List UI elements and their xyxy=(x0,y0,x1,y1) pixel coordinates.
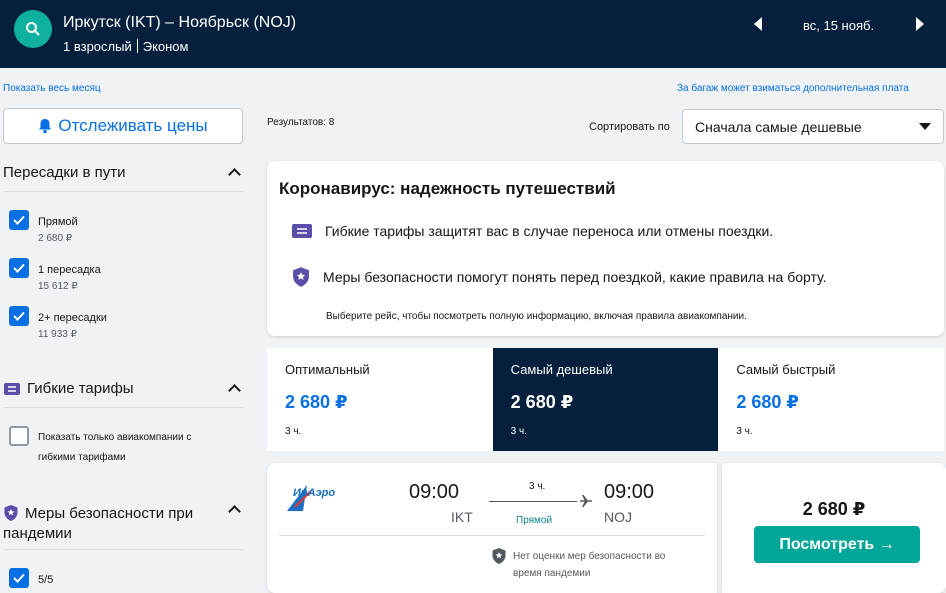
sort-tabs: Оптимальный 2 680 ₽ 3 ч. Самый дешевый 2… xyxy=(267,348,944,451)
flexible-only-label-line2: гибкими тарифами xyxy=(38,452,126,463)
departure-code: IKT xyxy=(451,509,473,525)
passenger-cabin-info[interactable]: 1 взрослый Эконом xyxy=(63,39,188,54)
divider xyxy=(3,191,243,192)
cabin-label: Эконом xyxy=(142,39,189,54)
flight-price-panel: 2 680 ₽ Посмотреть → xyxy=(722,463,946,593)
stops-two-plus-label: 2+ пересадки xyxy=(38,312,107,324)
covid-title: Коронавирус: надежность путешествий xyxy=(279,179,616,198)
ticket-icon xyxy=(292,224,312,238)
divider xyxy=(279,535,705,536)
show-month-link[interactable]: Показать весь месяц xyxy=(3,83,101,94)
tab-optimal-duration: 3 ч. xyxy=(285,426,302,437)
tab-optimal-price: 2 680 ₽ xyxy=(285,392,348,412)
tab-cheapest-label: Самый дешевый xyxy=(510,362,613,377)
covid-safety-line: Меры безопасности помогут понять перед п… xyxy=(291,266,827,288)
safety-rating-line2: время пандемии xyxy=(513,568,591,579)
tab-cheapest-price: 2 680 ₽ xyxy=(510,392,574,412)
divider xyxy=(3,407,243,408)
passengers-label: 1 взрослый xyxy=(63,39,132,54)
flexible-only-checkbox[interactable] xyxy=(9,426,29,446)
sort-select[interactable]: Сначала самые дешевые xyxy=(682,109,944,144)
flight-stops: Прямой xyxy=(516,515,553,526)
tab-fastest-duration: 3 ч. xyxy=(736,426,753,437)
date-label[interactable]: вс, 15 нояб. xyxy=(803,18,874,33)
route-title[interactable]: Иркутск (IKT) – Ноябрьск (NOJ) xyxy=(63,14,296,32)
tab-fastest[interactable]: Самый быстрый 2 680 ₽ 3 ч. xyxy=(718,348,944,451)
departure-time: 09:00 xyxy=(409,481,460,503)
caret-down-icon xyxy=(919,123,931,130)
chevron-up-icon xyxy=(228,505,241,518)
tab-optimal-label: Оптимальный xyxy=(285,362,370,377)
safety-5-5-checkbox[interactable] xyxy=(9,568,29,588)
next-date-icon[interactable] xyxy=(916,17,924,31)
search-header: Иркутск (IKT) – Ноябрьск (NOJ) 1 взрослы… xyxy=(0,0,946,68)
divider xyxy=(136,39,138,53)
covid-flexible-text: Гибкие тарифы защитят вас в случае перен… xyxy=(325,223,774,239)
arrival-code: NOJ xyxy=(604,509,632,525)
tab-optimal[interactable]: Оптимальный 2 680 ₽ 3 ч. xyxy=(267,348,493,451)
stops-one-price: 15 612 ₽ xyxy=(38,281,78,292)
track-prices-label: Отслеживать цены xyxy=(58,116,208,135)
shield-icon xyxy=(4,505,18,521)
sort-label: Сортировать по xyxy=(589,121,670,133)
results-count: Результатов: 8 xyxy=(267,117,335,128)
shield-icon xyxy=(492,548,506,564)
check-icon xyxy=(13,311,25,321)
covid-info-card: Коронавирус: надежность путешествий Гибк… xyxy=(267,161,944,336)
sort-value: Сначала самые дешевые xyxy=(695,118,862,135)
covid-flexible-line: Гибкие тарифы защитят вас в случае перен… xyxy=(291,223,773,239)
track-prices-button[interactable]: Отслеживать цены xyxy=(3,108,243,144)
flight-price: 2 680 ₽ xyxy=(802,499,866,519)
check-icon xyxy=(13,263,25,273)
tab-cheapest[interactable]: Самый дешевый 2 680 ₽ 3 ч. xyxy=(492,348,719,451)
stops-direct-checkbox[interactable] xyxy=(9,210,29,230)
tab-cheapest-duration: 3 ч. xyxy=(510,426,527,437)
safety-filter-header[interactable]: Меры безопасности при xyxy=(3,503,243,525)
view-flight-button[interactable]: Посмотреть → xyxy=(754,526,920,563)
covid-note: Выберите рейс, чтобы посмотреть полную и… xyxy=(326,311,747,322)
flexible-only-label-line1: Показать только авиакомпании с xyxy=(38,432,192,443)
check-icon xyxy=(13,215,25,225)
previous-date-icon[interactable] xyxy=(754,17,762,31)
arrival-time: 09:00 xyxy=(604,481,655,503)
stops-one-checkbox[interactable] xyxy=(9,258,29,278)
chevron-up-icon xyxy=(228,168,241,181)
bell-icon xyxy=(39,119,52,134)
flexible-filter-header[interactable]: Гибкие тарифы xyxy=(3,380,243,397)
flexible-filter-title: Гибкие тарифы xyxy=(27,380,134,397)
route-line xyxy=(489,501,577,502)
stops-direct-price: 2 680 ₽ xyxy=(38,233,73,244)
stops-filter-header[interactable]: Пересадки в пути xyxy=(3,164,243,181)
check-icon xyxy=(13,573,25,583)
tab-fastest-price: 2 680 ₽ xyxy=(736,392,799,412)
shield-icon xyxy=(293,267,309,287)
safety-rating-line1: Нет оценки мер безопасности во xyxy=(513,551,666,562)
flight-duration: 3 ч. xyxy=(529,481,546,492)
plane-icon xyxy=(580,495,593,507)
airline-logo-text: ИрАэро xyxy=(293,487,336,499)
ticket-icon xyxy=(4,382,20,395)
stops-one-label: 1 пересадка xyxy=(38,264,101,276)
airline-logo: ИрАэро xyxy=(285,481,335,515)
stops-two-plus-price: 11 933 ₽ xyxy=(38,329,77,340)
divider xyxy=(3,549,243,550)
baggage-fee-link[interactable]: За багаж может взиматься дополнительная … xyxy=(677,83,909,94)
tab-fastest-label: Самый быстрый xyxy=(736,362,836,377)
flight-card[interactable]: ИрАэро 09:00 IKT 3 ч. Прямой 09:00 NOJ Н… xyxy=(267,463,717,593)
search-icon[interactable] xyxy=(14,10,52,48)
stops-two-plus-checkbox[interactable] xyxy=(9,306,29,326)
stops-filter-title: Пересадки в пути xyxy=(3,164,126,181)
covid-safety-text: Меры безопасности помогут понять перед п… xyxy=(323,269,827,285)
safety-filter-title-line1: Меры безопасности при xyxy=(25,505,194,522)
stops-direct-label: Прямой xyxy=(38,216,78,228)
safety-5-5-label: 5/5 xyxy=(38,574,54,586)
safety-filter-title-line2: пандемии xyxy=(3,525,72,542)
chevron-up-icon xyxy=(228,384,241,397)
